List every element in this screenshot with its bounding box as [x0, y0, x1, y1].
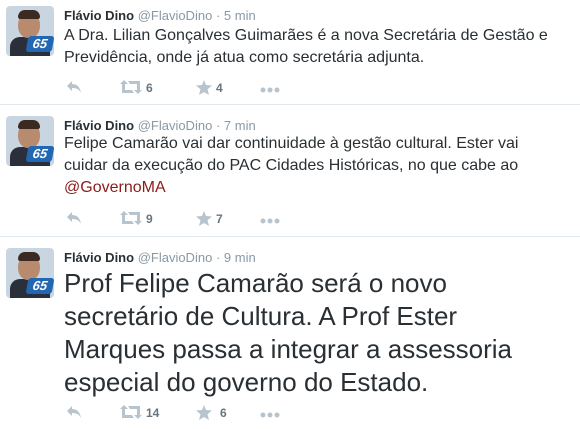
favorite-count: 6: [220, 406, 227, 420]
separator: ·: [215, 250, 221, 265]
separator: ·: [215, 8, 221, 23]
tweet-text: Felipe Camarão vai dar continuidade à ge…: [64, 133, 564, 199]
favorite-count: 4: [216, 81, 223, 95]
avatar[interactable]: 65: [6, 116, 54, 166]
mention-link[interactable]: @GovernoMA: [64, 179, 166, 196]
retweet-icon[interactable]: [120, 80, 142, 98]
tweet[interactable]: 65 Flávio Dino @FlavioDino · 9 min Prof …: [0, 237, 580, 429]
star-icon[interactable]: [196, 211, 212, 229]
reply-icon[interactable]: [66, 80, 82, 98]
reply-icon[interactable]: [66, 405, 82, 423]
avatar[interactable]: 65: [6, 248, 54, 298]
retweet-icon[interactable]: [120, 211, 142, 229]
tweet-header: Flávio Dino @FlavioDino · 9 min: [64, 250, 256, 265]
author-handle[interactable]: @FlavioDino: [138, 8, 213, 23]
star-icon[interactable]: [196, 405, 212, 423]
timestamp[interactable]: 5 min: [224, 8, 256, 23]
retweet-count: 14: [146, 406, 160, 420]
author-name[interactable]: Flávio Dino: [64, 8, 134, 23]
timestamp[interactable]: 9 min: [224, 250, 256, 265]
retweet-count: 6: [146, 81, 153, 95]
reply-icon[interactable]: [66, 211, 82, 229]
author-name[interactable]: Flávio Dino: [64, 118, 134, 133]
avatar-badge: 65: [25, 146, 54, 162]
tweet-text-body: Felipe Camarão vai dar continuidade à ge…: [64, 135, 519, 174]
more-icon[interactable]: [260, 405, 280, 423]
retweet-icon[interactable]: [120, 405, 142, 423]
more-icon[interactable]: [260, 80, 280, 98]
avatar[interactable]: 65: [6, 6, 54, 56]
tweet[interactable]: 65 Flávio Dino @FlavioDino · 7 min Felip…: [0, 105, 580, 237]
favorite-count: 7: [216, 212, 223, 226]
avatar-badge: 65: [25, 278, 54, 294]
author-handle[interactable]: @FlavioDino: [138, 250, 213, 265]
tweet[interactable]: 65 Flávio Dino @FlavioDino · 5 min A Dra…: [0, 0, 580, 105]
tweet-text: A Dra. Lilian Gonçalves Guimarães é a no…: [64, 27, 548, 66]
tweet-text: Prof Felipe Camarão será o novo secretár…: [64, 268, 513, 397]
more-icon[interactable]: [260, 211, 280, 229]
retweet-count: 9: [146, 212, 153, 226]
author-handle[interactable]: @FlavioDino: [138, 118, 213, 133]
author-name[interactable]: Flávio Dino: [64, 250, 134, 265]
separator: ·: [215, 118, 221, 133]
tweet-header: Flávio Dino @FlavioDino · 5 min: [64, 8, 256, 23]
star-icon[interactable]: [196, 80, 212, 98]
tweet-header: Flávio Dino @FlavioDino · 7 min: [64, 118, 256, 133]
timestamp[interactable]: 7 min: [224, 118, 256, 133]
avatar-badge: 65: [25, 36, 54, 52]
